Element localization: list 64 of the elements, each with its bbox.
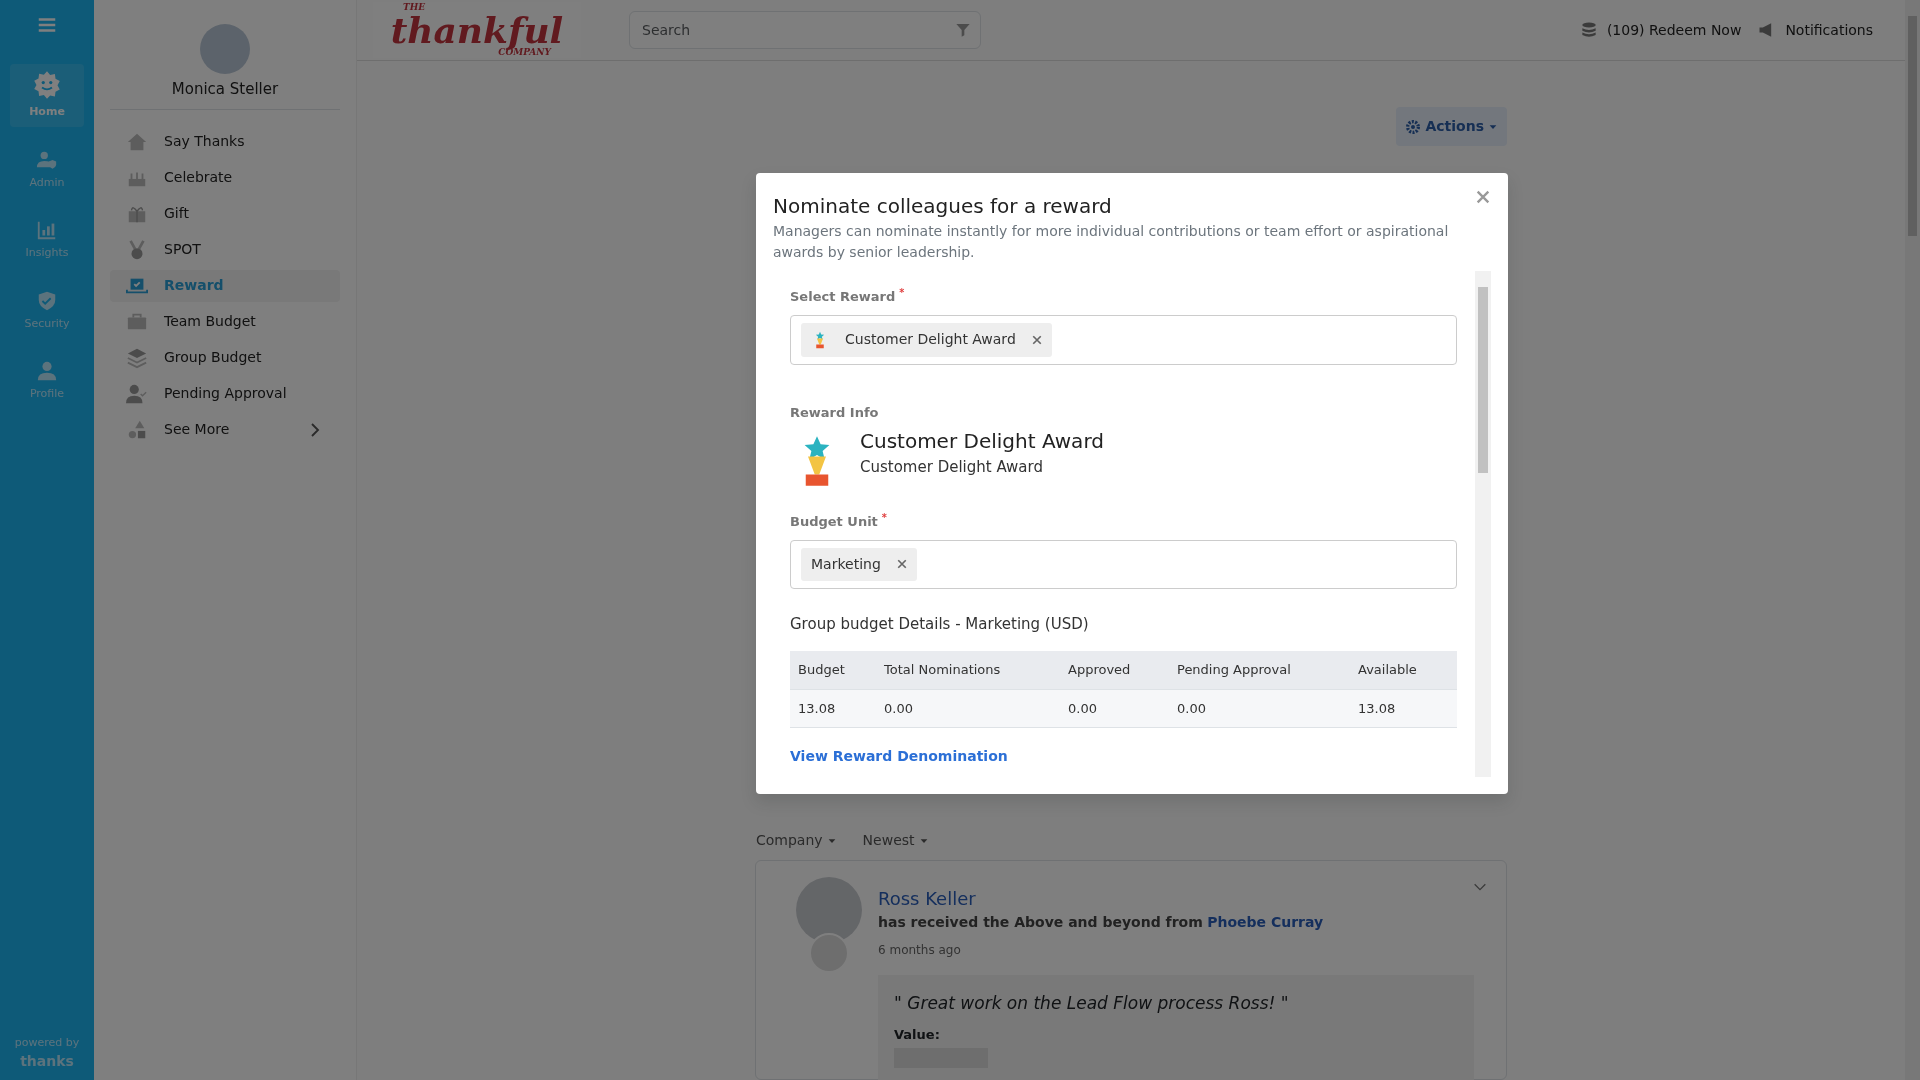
brand-text: thanks — [19, 1052, 75, 1071]
field-label: Budget Unit — [790, 514, 878, 529]
reward-title: Customer Delight Award — [860, 428, 1104, 455]
remove-icon[interactable] — [896, 559, 907, 569]
scrollbar[interactable] — [1475, 271, 1491, 777]
menu-item[interactable]: Celebrate — [110, 161, 340, 194]
menu-item[interactable]: Group Budget — [110, 341, 340, 374]
table-cell: 0.00 — [1060, 689, 1169, 728]
gear-icon — [1405, 118, 1422, 135]
field-label: Reward Info — [790, 403, 880, 422]
menu-item[interactable]: Say Thanks — [110, 125, 340, 158]
required-mark: * — [881, 512, 887, 524]
medal-icon — [126, 238, 148, 261]
menu-item[interactable]: SPOT — [110, 233, 340, 266]
bar-chart-icon — [36, 219, 58, 241]
reward-subtitle: Customer Delight Award — [860, 457, 1044, 478]
column-header: Pending Approval — [1169, 651, 1350, 689]
denomination-link[interactable]: View Reward Denomination — [790, 746, 1008, 767]
shapes-icon — [126, 418, 148, 441]
user-check-icon — [126, 382, 148, 405]
filter-dropdown[interactable]: Company — [755, 829, 838, 852]
menu-item[interactable]: See More — [110, 413, 340, 446]
selected-tag: Marketing — [801, 547, 917, 581]
filter-icon — [955, 22, 971, 38]
selected-tag: Customer Delight Award — [801, 322, 1052, 357]
shield-check-icon — [36, 289, 58, 312]
menu-item[interactable]: Team Budget — [110, 305, 340, 338]
redeem-link[interactable]: (109) Redeem Now — [1578, 19, 1742, 41]
column-header: Budget — [790, 651, 876, 689]
menu-item[interactable]: Pending Approval — [110, 377, 340, 410]
field-label: Select Reward — [790, 289, 896, 304]
sun-face-icon — [32, 70, 62, 100]
post-time: 6 months ago — [878, 942, 962, 959]
table-cell: 0.00 — [1169, 689, 1350, 728]
actions-button[interactable]: Actions — [1396, 107, 1507, 146]
table-cell: 13.08 — [790, 689, 876, 728]
budget-heading: Group budget Details - Marketing (USD) — [790, 613, 1090, 635]
table-cell: 13.08 — [1350, 689, 1457, 728]
column-header: Available — [1350, 651, 1457, 689]
avatar-placeholder — [200, 24, 250, 74]
value-label: Value: — [894, 1025, 941, 1044]
column-header: Total Nominations — [876, 651, 1060, 689]
notifications-link[interactable]: Notifications — [1757, 19, 1873, 41]
table-cell: 0.00 — [876, 689, 1060, 728]
select-field[interactable]: Marketing — [790, 539, 1457, 589]
user-icon — [36, 360, 58, 382]
modal-description: Managers can nominate instantly for more individual contributions or team effort or aspirational awards by senior leadership. — [773, 222, 1450, 262]
select-field[interactable]: Customer Delight Award — [790, 314, 1457, 365]
profile-name: Monica Steller — [171, 79, 279, 100]
column-header: Approved — [1060, 651, 1169, 689]
quote-text: " Great work on the Lead Flow process Ross! " — [894, 992, 1290, 1015]
filter-dropdown[interactable]: Newest — [861, 829, 930, 852]
required-mark: * — [899, 287, 905, 299]
post-text: has received the Above and beyond from Phoebe Curray — [878, 913, 1325, 932]
menu-item[interactable]: Gift — [110, 197, 340, 230]
search-field[interactable]: Search — [629, 11, 981, 49]
remove-icon[interactable] — [1031, 334, 1042, 345]
modal-title: Nominate colleagues for a reward — [773, 193, 1113, 220]
layers-icon — [126, 346, 148, 369]
sender-link[interactable]: Phoebe Curray — [1207, 914, 1324, 930]
post-author-link[interactable]: Ross Keller — [878, 885, 1474, 912]
close-icon — [1475, 188, 1491, 205]
scrollbar[interactable] — [1905, 0, 1920, 1080]
powered-by-text: powered by — [14, 1034, 80, 1051]
